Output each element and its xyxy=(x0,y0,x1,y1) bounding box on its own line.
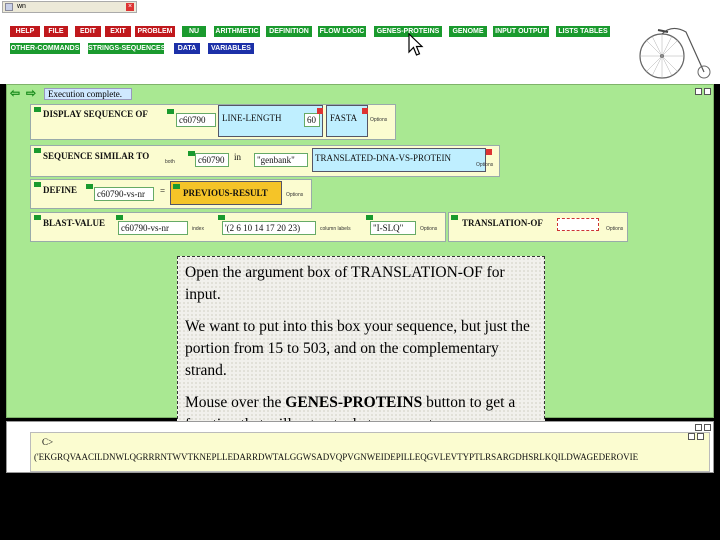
minimize-icon[interactable] xyxy=(695,424,702,431)
blast-value-keyword: BLAST-VALUE xyxy=(43,218,106,228)
options-label[interactable]: Options xyxy=(286,192,303,198)
forward-arrow-icon[interactable]: ⇨ xyxy=(26,87,38,99)
toolbar-button-file[interactable]: FILE xyxy=(44,26,68,37)
method-keyword: TRANSLATED-DNA-VS-PROTEIN xyxy=(315,153,451,163)
column-labels-arg[interactable]: "I-SLQ" xyxy=(370,221,416,235)
minimize-icon[interactable] xyxy=(695,88,702,95)
toolbar-button-genome[interactable]: GENOME xyxy=(449,26,487,37)
maximize-icon[interactable] xyxy=(704,88,711,95)
toolbar-button-data[interactable]: DATA xyxy=(174,43,200,54)
toolbar-button-help[interactable]: HELP xyxy=(10,26,40,37)
sequence-similar-keyword: SEQUENCE SIMILAR TO xyxy=(43,151,150,161)
options-label[interactable]: Options xyxy=(370,117,387,123)
options-label[interactable]: Options xyxy=(420,226,437,232)
maximize-icon[interactable] xyxy=(704,424,711,431)
close-icon[interactable]: × xyxy=(126,3,134,11)
protein-sequence-text: ('EKGRQVAACILDNWLQGRRRNTWVTKNEPLLEDARRDW… xyxy=(34,452,639,462)
flag-icon xyxy=(116,215,123,220)
status-message: Execution complete. xyxy=(44,88,132,100)
tab-title: wn xyxy=(17,3,26,10)
toolbar-button-exit[interactable]: EXIT xyxy=(105,26,131,37)
flag-icon xyxy=(188,151,195,156)
line-length-value[interactable]: 60 xyxy=(304,113,320,127)
toolbar-button-problem[interactable]: PROBLEM xyxy=(135,26,175,37)
close-icon[interactable] xyxy=(317,108,323,114)
result-label: C> xyxy=(42,437,54,447)
in-label: in xyxy=(234,152,242,162)
index-label: index xyxy=(192,226,204,232)
translation-of-keyword: TRANSLATION-OF xyxy=(462,218,543,228)
options-label[interactable]: Options xyxy=(606,226,623,232)
back-arrow-icon[interactable]: ⇦ xyxy=(10,87,22,99)
mouse-cursor-icon xyxy=(408,33,424,56)
toolbar-button-input-output[interactable]: INPUT OUTPUT xyxy=(493,26,549,37)
flag-icon xyxy=(34,215,41,220)
equals-label: = xyxy=(160,186,166,196)
screen-border xyxy=(0,484,720,540)
blast-value-arg[interactable]: c60790-vs-nr xyxy=(118,221,188,235)
translation-of-argument-input[interactable] xyxy=(557,218,599,231)
tutorial-tooltip: Open the argument box of TRANSLATION-OF … xyxy=(177,256,545,439)
line-length-keyword: LINE-LENGTH xyxy=(222,113,282,123)
flag-icon xyxy=(173,184,180,189)
flag-icon xyxy=(167,109,174,114)
flag-icon xyxy=(451,215,458,220)
fasta-keyword: FASTA xyxy=(330,113,358,123)
display-sequence-arg[interactable]: c60790 xyxy=(176,113,216,127)
close-icon[interactable] xyxy=(486,149,492,155)
both-label: both xyxy=(165,159,175,165)
flag-icon xyxy=(86,184,93,189)
minimize-icon[interactable] xyxy=(688,433,695,440)
sequence-similar-arg[interactable]: c60790 xyxy=(195,153,229,167)
database-arg[interactable]: "genbank" xyxy=(254,153,308,167)
maximize-icon[interactable] xyxy=(697,433,704,440)
toolbar-button-variables[interactable]: VARIABLES xyxy=(208,43,254,54)
bicycle-logo xyxy=(639,27,711,79)
document-icon xyxy=(5,3,13,11)
tooltip-paragraph-2: We want to put into this box your sequen… xyxy=(185,318,530,379)
toolbar: HELP FILE EDIT EXIT PROBLEM NU ARITHMETIC DEFIN… xyxy=(0,14,720,84)
toolbar-button-edit[interactable]: EDIT xyxy=(75,26,101,37)
flag-icon xyxy=(366,215,373,220)
window-tab[interactable]: wn × xyxy=(2,1,137,13)
flag-icon xyxy=(34,148,41,153)
toolbar-button-nu[interactable]: NU xyxy=(182,26,206,37)
toolbar-button-lists-tables[interactable]: LISTS TABLES xyxy=(556,26,610,37)
toolbar-button-strings-sequences[interactable]: STRINGS-SEQUENCES xyxy=(88,43,164,54)
close-icon[interactable] xyxy=(362,108,368,114)
flag-icon xyxy=(218,215,225,220)
flag-icon xyxy=(34,107,41,112)
column-labels-label: column labels xyxy=(320,226,351,232)
toolbar-button-arithmetic[interactable]: ARITHMETIC xyxy=(214,26,260,37)
define-keyword: DEFINE xyxy=(43,185,78,195)
toolbar-button-other-commands[interactable]: OTHER-COMMANDS xyxy=(10,43,80,54)
flag-icon xyxy=(34,182,41,187)
index-list-arg[interactable]: '(2 6 10 14 17 20 23) xyxy=(222,221,316,235)
options-label[interactable]: Options xyxy=(476,162,493,168)
define-arg[interactable]: c60790-vs-nr xyxy=(94,187,154,201)
toolbar-button-definition[interactable]: DEFINITION xyxy=(266,26,312,37)
tooltip-paragraph-1: Open the argument box of TRANSLATION-OF … xyxy=(185,264,505,303)
toolbar-button-flow-logic[interactable]: FLOW LOGIC xyxy=(318,26,366,37)
display-sequence-keyword: DISPLAY SEQUENCE OF xyxy=(43,109,148,119)
previous-result-keyword: PREVIOUS-RESULT xyxy=(183,188,268,198)
